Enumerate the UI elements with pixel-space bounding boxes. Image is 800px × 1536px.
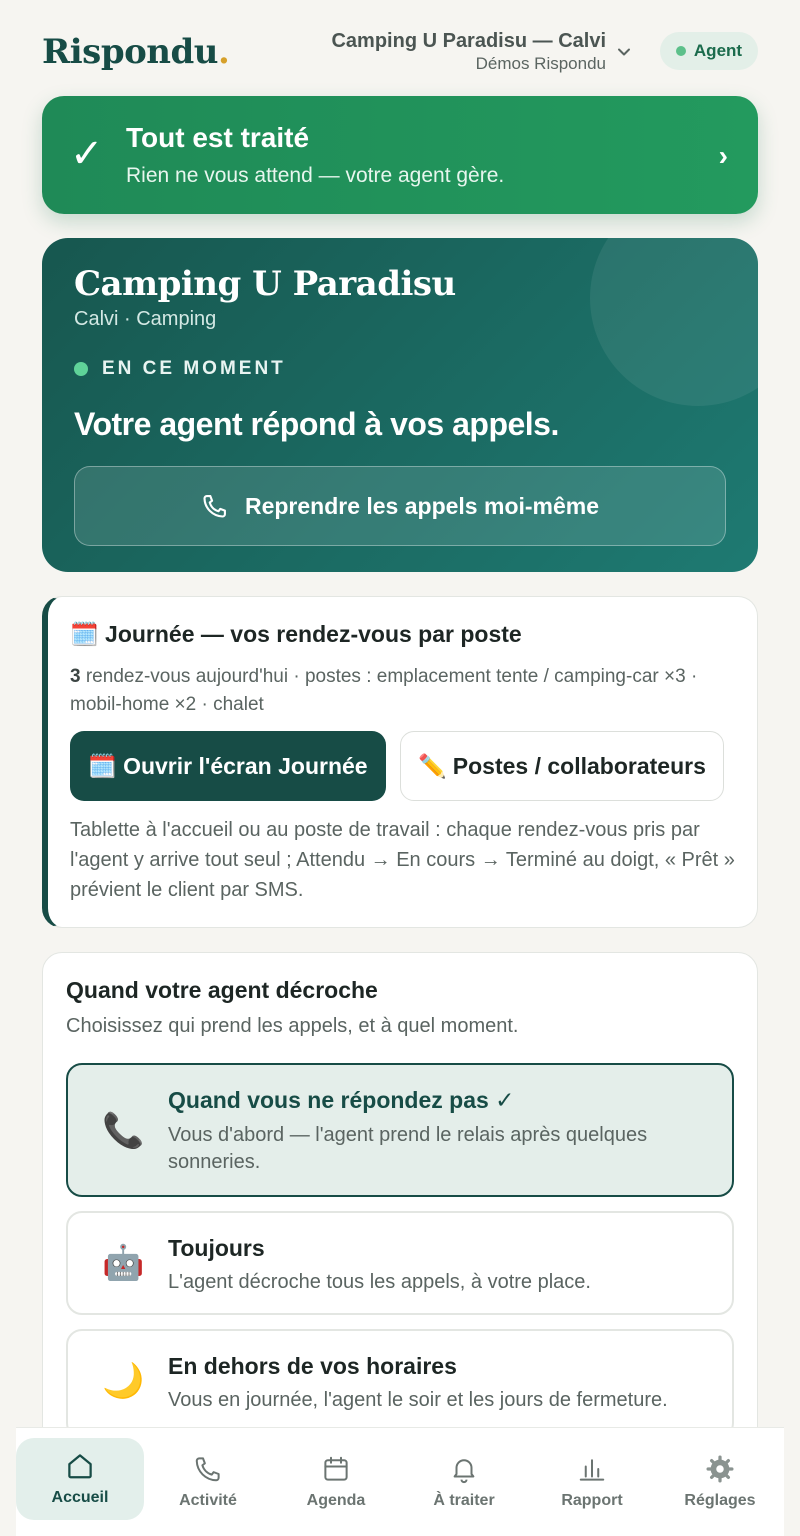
day-schedule-card: 🗓️ Journée — vos rendez-vous par poste 3… bbox=[42, 596, 758, 928]
live-dot bbox=[74, 362, 88, 376]
day-card-title: 🗓️ Journée — vos rendez-vous par poste bbox=[70, 621, 522, 647]
nav-label: Réglages bbox=[684, 1492, 756, 1509]
decorative-circle bbox=[590, 238, 758, 406]
calendar-icon: 🗓️ bbox=[70, 621, 99, 647]
call-mode-option-after-hours[interactable]: 🌙 En dehors de vos horaires Vous en jour… bbox=[66, 1329, 734, 1439]
day-summary: 3 rendez-vous aujourd'hui · postes : emp… bbox=[70, 666, 698, 715]
status-title: Tout est traité bbox=[126, 122, 310, 153]
option-description: Vous d'abord — l'agent prend le relais a… bbox=[168, 1124, 648, 1173]
gear-icon bbox=[706, 1455, 734, 1483]
nav-label: À traiter bbox=[433, 1492, 495, 1509]
phone-icon bbox=[203, 495, 226, 518]
live-indicator: EN CE MOMENT bbox=[74, 358, 286, 380]
home-icon bbox=[68, 1454, 92, 1479]
chevron-down-icon[interactable] bbox=[614, 42, 634, 62]
checkmark-icon: ✓ bbox=[70, 132, 104, 176]
status-banner[interactable]: ✓ Tout est traité Rien ne vous attend — … bbox=[42, 96, 758, 214]
nav-label: Rapport bbox=[561, 1492, 623, 1509]
stations-staff-label: Postes / collaborateurs bbox=[452, 752, 706, 779]
take-back-calls-button[interactable]: Reprendre les appels moi-même bbox=[74, 466, 726, 546]
call-mode-option-no-answer[interactable]: 📞 Quand vous ne répondez pas ✓ Vous d'ab… bbox=[66, 1063, 734, 1197]
status-subtitle: Rien ne vous attend — votre agent gère. bbox=[126, 164, 505, 187]
calendar-icon: 🗓️ bbox=[88, 752, 118, 779]
option-description: L'agent décroche tous les appels, à votr… bbox=[168, 1271, 591, 1293]
robot-icon: 🤖 bbox=[102, 1244, 145, 1282]
status-dot bbox=[675, 46, 686, 56]
organization-subtitle: Démos Rispondu bbox=[475, 54, 606, 73]
take-back-calls-label: Reprendre les appels moi-même bbox=[244, 492, 600, 519]
open-day-screen-button[interactable]: 🗓️ Ouvrir l'écran Journée bbox=[70, 731, 386, 801]
nav-item-a-traiter[interactable]: À traiter bbox=[400, 1428, 528, 1536]
nav-item-rapport[interactable]: Rapport bbox=[528, 1428, 656, 1536]
option-title: Quand vous ne répondez pas ✓ bbox=[168, 1087, 515, 1113]
agent-status-label: Agent bbox=[693, 41, 743, 60]
day-card-note: Tablette à l'accueil ou au poste de trav… bbox=[70, 819, 735, 901]
business-hero-card: Camping U Paradisu Calvi · Camping EN CE… bbox=[42, 238, 758, 572]
business-location: Calvi · Camping bbox=[74, 308, 217, 330]
organization-switcher[interactable]: Camping U Paradisu — Calvi Démos Rispond… bbox=[331, 28, 606, 74]
nav-item-activite[interactable]: Activité bbox=[144, 1428, 272, 1536]
nav-item-agenda[interactable]: Agenda bbox=[272, 1428, 400, 1536]
organization-name: Camping U Paradisu — Calvi bbox=[331, 30, 606, 52]
telephone-icon: 📞 bbox=[102, 1112, 145, 1150]
app-header: Rispondu. Camping U Paradisu — Calvi Dém… bbox=[42, 24, 758, 80]
calendar-icon bbox=[324, 1456, 348, 1481]
nav-item-reglages[interactable]: Réglages bbox=[656, 1428, 784, 1536]
call-mode-option-always[interactable]: 🤖 Toujours L'agent décroche tous les app… bbox=[66, 1211, 734, 1315]
option-description: Vous en journée, l'agent le soir et les … bbox=[168, 1389, 668, 1411]
nav-item-accueil[interactable]: Accueil bbox=[16, 1438, 144, 1520]
app-logo[interactable]: Rispondu. bbox=[42, 32, 230, 72]
appointment-count: 3 bbox=[70, 666, 81, 687]
call-mode-card: Quand votre agent décroche Choisissez qu… bbox=[42, 952, 758, 1472]
nav-label: Accueil bbox=[51, 1489, 109, 1506]
live-label: EN CE MOMENT bbox=[102, 358, 286, 379]
bottom-navigation: Accueil Activité Agenda À traiter Rappor… bbox=[16, 1427, 784, 1536]
moon-icon: 🌙 bbox=[102, 1362, 145, 1400]
option-title: Toujours bbox=[168, 1235, 265, 1261]
nav-label: Agenda bbox=[306, 1492, 366, 1509]
business-name: Camping U Paradisu bbox=[74, 264, 456, 304]
phone-icon bbox=[195, 1457, 220, 1482]
bell-icon bbox=[453, 1459, 475, 1484]
call-mode-subtitle: Choisissez qui prend les appels, et à qu… bbox=[66, 1015, 519, 1037]
bar-chart-icon bbox=[579, 1459, 605, 1481]
agent-status-headline: Votre agent répond à vos appels. bbox=[74, 406, 559, 442]
call-mode-title: Quand votre agent décroche bbox=[66, 977, 378, 1003]
open-day-screen-label: Ouvrir l'écran Journée bbox=[123, 752, 368, 779]
agent-status-badge[interactable]: Agent bbox=[660, 32, 758, 70]
stations-staff-button[interactable]: ✏️ Postes / collaborateurs bbox=[400, 731, 724, 801]
nav-label: Activité bbox=[179, 1492, 237, 1509]
option-title: En dehors de vos horaires bbox=[168, 1353, 457, 1379]
chevron-right-icon: › bbox=[718, 140, 728, 171]
pencil-icon: ✏️ bbox=[418, 752, 447, 779]
